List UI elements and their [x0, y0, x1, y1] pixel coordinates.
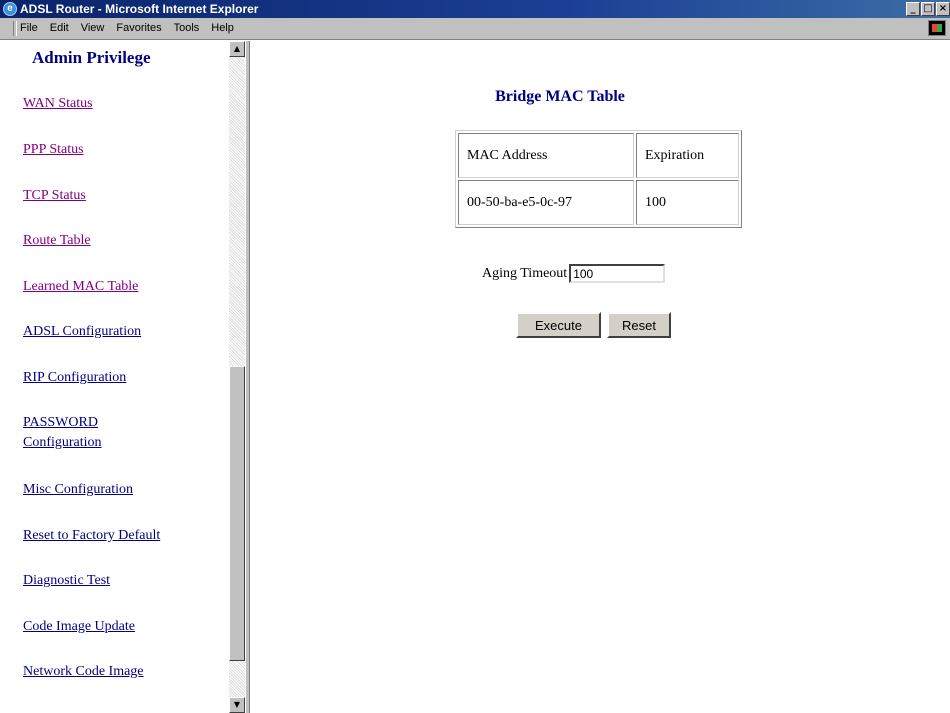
nav-link-reset-factory-default[interactable]: Reset to Factory Default	[23, 526, 160, 546]
main-frame: Bridge MAC Table MAC Address Expiration …	[250, 41, 950, 713]
column-header-mac-address: MAC Address	[458, 133, 634, 178]
aging-timeout-row: Aging Timeout	[482, 264, 666, 283]
toolbar-grip[interactable]	[13, 21, 17, 36]
sidebar-title: Admin Privilege	[32, 48, 151, 67]
nav-link-tcp-status[interactable]: TCP Status	[23, 186, 86, 206]
window-controls: _ □ ×	[905, 2, 950, 16]
aging-timeout-input[interactable]	[569, 264, 666, 283]
nav-link-wan-status[interactable]: WAN Status	[23, 94, 93, 114]
reset-button[interactable]: Reset	[607, 312, 671, 338]
nav-link-adsl-configuration[interactable]: ADSL Configuration	[23, 322, 141, 342]
windows-logo-icon	[928, 20, 946, 36]
scrollbar-thumb[interactable]	[229, 366, 245, 661]
execute-button[interactable]: Execute	[516, 312, 601, 338]
internet-explorer-icon: e	[3, 2, 17, 16]
nav-link-rip-configuration[interactable]: RIP Configuration	[23, 368, 126, 388]
nav-link-password-line1: PASSWORD	[23, 415, 98, 430]
nav-link-network-code-image[interactable]: Network Code Image	[23, 662, 144, 682]
close-button[interactable]: ×	[936, 2, 950, 16]
menu-edit[interactable]: Edit	[50, 22, 69, 34]
nav-link-misc-configuration[interactable]: Misc Configuration	[23, 480, 133, 500]
menu-favorites[interactable]: Favorites	[116, 22, 161, 34]
nav-link-route-table[interactable]: Route Table	[23, 231, 91, 251]
menu-help[interactable]: Help	[211, 22, 234, 34]
nav-link-password-configuration[interactable]: PASSWORD Configuration	[23, 413, 102, 453]
cell-expiration: 100	[636, 180, 739, 225]
scroll-down-arrow-icon[interactable]: ▼	[229, 697, 245, 713]
column-header-expiration: Expiration	[636, 133, 739, 178]
table-header-row: MAC Address Expiration	[458, 133, 739, 178]
menu-view[interactable]: View	[81, 22, 105, 34]
menu-bar: File Edit View Favorites Tools Help	[0, 18, 950, 40]
page-title: Bridge MAC Table	[495, 88, 625, 105]
menu-tools[interactable]: Tools	[174, 22, 200, 34]
navigation-scrollbar[interactable]: ▲ ▼	[229, 41, 245, 713]
menu-items: File Edit View Favorites Tools Help	[20, 22, 246, 34]
nav-link-password-line2: Configuration	[23, 435, 102, 450]
maximize-button[interactable]: □	[921, 2, 935, 16]
window-title: ADSL Router - Microsoft Internet Explore…	[20, 2, 259, 16]
nav-link-learned-mac-table[interactable]: Learned MAC Table	[23, 277, 138, 297]
minimize-button[interactable]: _	[906, 2, 920, 16]
navigation-frame: Admin Privilege WAN Status PPP Status TC…	[0, 41, 250, 713]
bridge-mac-table: MAC Address Expiration 00-50-ba-e5-0c-97…	[455, 130, 742, 228]
nav-link-ppp-status[interactable]: PPP Status	[23, 140, 84, 160]
nav-link-code-image-update[interactable]: Code Image Update	[23, 617, 135, 637]
nav-link-diagnostic-test[interactable]: Diagnostic Test	[23, 571, 110, 591]
table-row: 00-50-ba-e5-0c-97 100	[458, 180, 739, 225]
menu-file[interactable]: File	[20, 22, 38, 34]
window-titlebar: e ADSL Router - Microsoft Internet Explo…	[0, 0, 950, 18]
cell-mac-address: 00-50-ba-e5-0c-97	[458, 180, 634, 225]
scroll-up-arrow-icon[interactable]: ▲	[229, 41, 245, 57]
aging-timeout-label: Aging Timeout	[482, 265, 568, 281]
